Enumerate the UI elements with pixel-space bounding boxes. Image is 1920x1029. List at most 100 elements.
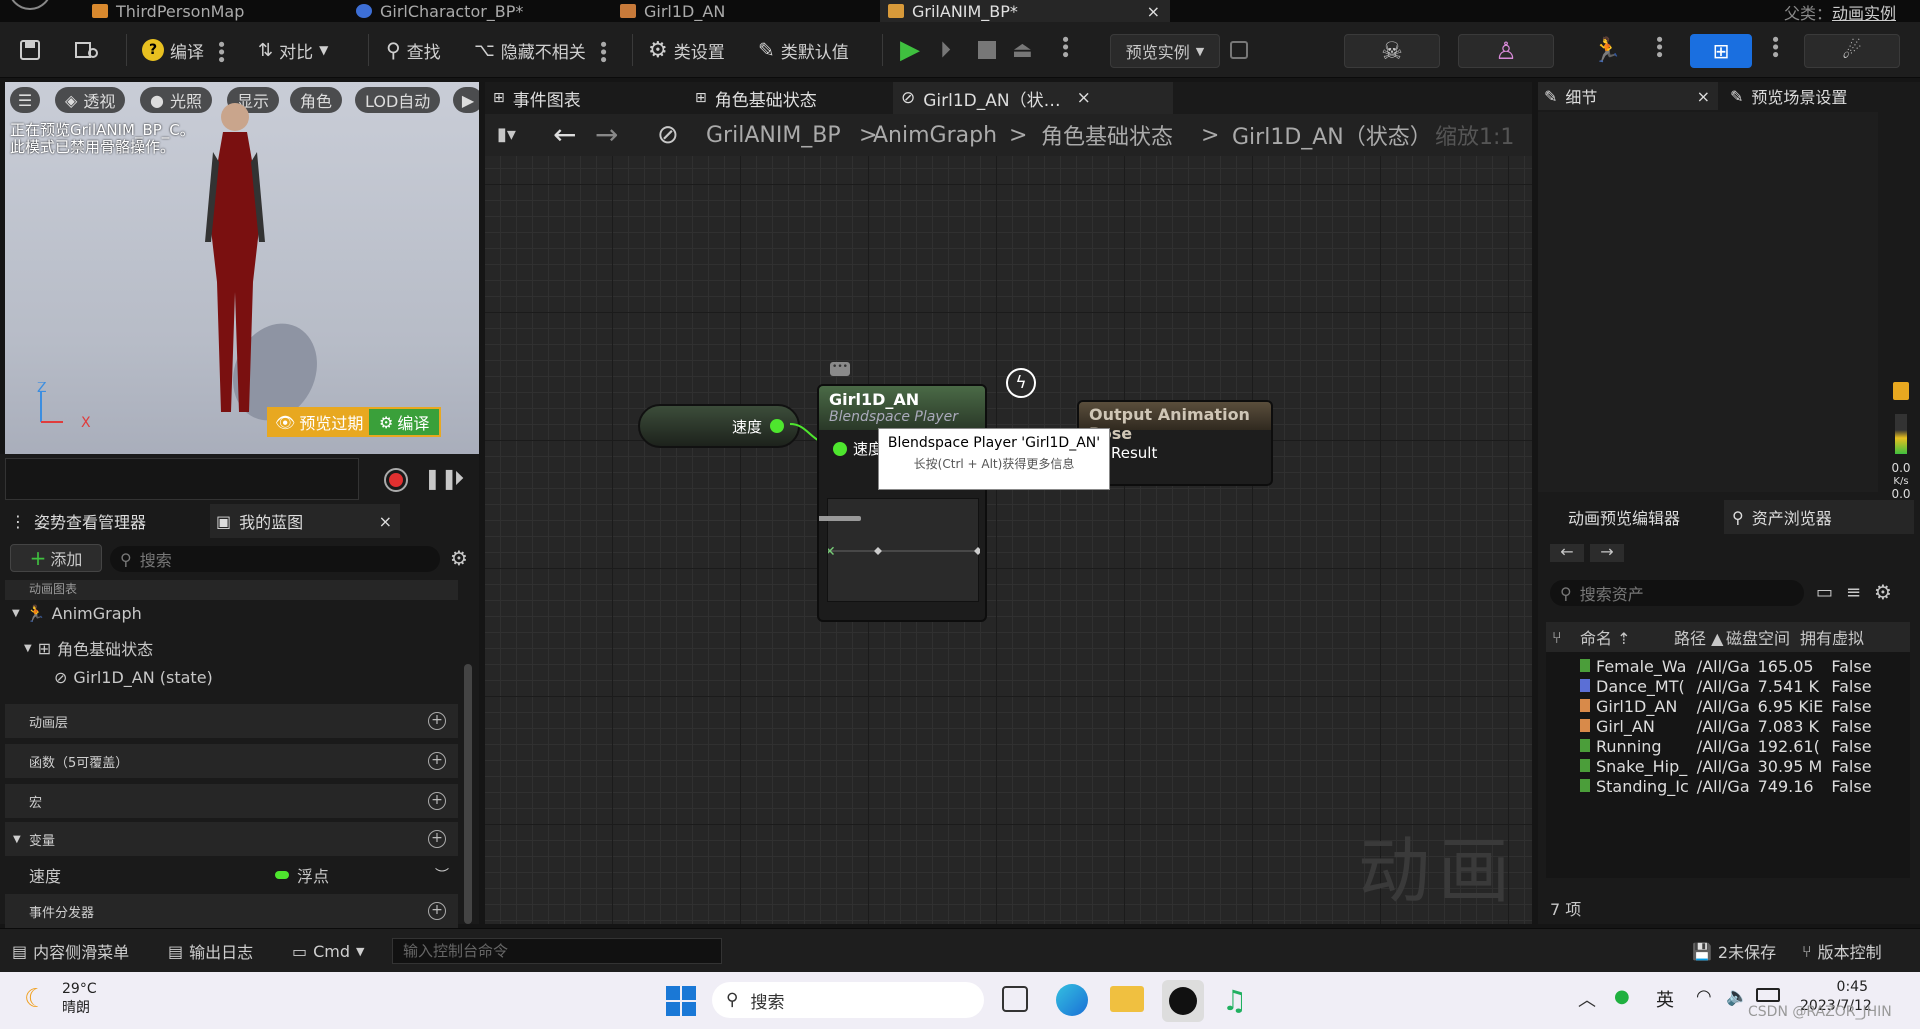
asset-search-input[interactable]: ⚲ 搜索资产 (1550, 580, 1804, 606)
viewport-menu-button[interactable]: ☰ (10, 87, 40, 113)
hide-options-icon[interactable]: ••• (592, 39, 613, 62)
speed-variable-node[interactable]: 速度 (638, 404, 800, 448)
mesh-mode-button[interactable]: ♙ (1458, 34, 1554, 68)
breadcrumb-state[interactable]: Girl1D_AN（状态） (1232, 114, 1432, 156)
step-button[interactable]: ⏵ (940, 34, 951, 66)
add-layer-icon[interactable]: + (428, 712, 446, 730)
history-forward-button[interactable]: → (1590, 544, 1624, 562)
breadcrumb-animgraph[interactable]: AnimGraph (873, 114, 997, 156)
breadcrumb-state-machine[interactable]: 角色基础状态 (1041, 114, 1173, 156)
asset-row[interactable]: Running/All/Ga 192.61(False (1576, 736, 1876, 756)
tab-girl1d-an-state[interactable]: ⊘ Girl1D_AN（状… × (893, 82, 1173, 114)
section-variables[interactable]: ▼ 变量 + (5, 822, 458, 856)
compile-button[interactable]: ? 编译 ••• (142, 34, 231, 66)
preview-viewport[interactable]: ☰ ◈ 透视 ● 光照 显示 角色 LOD自动 ▶ 正在预览GrilANIM_BP_… (5, 82, 479, 454)
bookmark-icon[interactable]: ▮▾ (497, 124, 516, 145)
forward-arrow-icon[interactable]: → (595, 118, 618, 151)
column-disk-size[interactable]: 磁盘空间 (1726, 625, 1790, 649)
float-output-pin[interactable] (770, 419, 784, 433)
breadcrumb-root[interactable]: GrilANIM_BP (706, 114, 841, 156)
add-function-icon[interactable]: + (428, 752, 446, 770)
tree-item-state-machine[interactable]: ▼ ⊞ 角色基础状态 (24, 636, 153, 660)
visibility-eye-icon[interactable]: ︶ (435, 865, 449, 885)
save-button[interactable] (18, 34, 42, 66)
tray-overflow-icon[interactable]: ︿ (1578, 986, 1596, 1012)
gear-icon[interactable]: ⚙ (1874, 580, 1892, 604)
animation-mode-options-icon[interactable]: ••• (1648, 34, 1669, 66)
graph-canvas[interactable]: 动画 速度 ••• Girl1D_AN Blendspace Player 速度… (485, 156, 1532, 924)
task-view-icon[interactable] (1002, 986, 1028, 1012)
record-button[interactable] (384, 468, 408, 492)
asset-row[interactable]: Snake_Hip_/All/Ga 30.95 M False (1576, 756, 1876, 776)
close-icon[interactable]: × (1077, 88, 1091, 108)
browse-button[interactable] (74, 34, 100, 66)
file-explorer-icon[interactable] (1110, 986, 1144, 1012)
comment-bubble-icon[interactable]: ••• (830, 362, 850, 376)
column-name[interactable]: 命名 ⇡ (1580, 625, 1631, 649)
edge-icon[interactable] (1056, 984, 1088, 1016)
blendspace-slider-handle[interactable] (819, 516, 861, 521)
wifi-icon[interactable]: ◠ (1696, 986, 1712, 1007)
skeleton-mode-button[interactable]: ☠ (1344, 34, 1440, 68)
blueprint-options-icon[interactable]: ••• (1764, 34, 1785, 66)
section-anim-graph[interactable]: 动画图表 (5, 580, 458, 600)
viewport-compile-button[interactable]: ⚙ 编译 (367, 407, 442, 437)
parent-class-link[interactable]: 动画实例 (1832, 4, 1896, 23)
column-path[interactable]: 路径 ▲ (1674, 625, 1723, 649)
preview-expired-badge[interactable]: 👁 预览过期 (267, 407, 372, 437)
column-has-virtual[interactable]: 拥有虚拟 (1800, 625, 1864, 649)
blueprint-search-input[interactable]: ⚲ 搜索 (110, 546, 440, 572)
preview-instance-select[interactable]: 预览实例 ▼ (1110, 34, 1220, 68)
asset-row[interactable]: Girl_AN/All/Ga 7.083 K False (1576, 716, 1876, 736)
section-macros[interactable]: 宏 + (5, 784, 458, 818)
tab-preview-scene[interactable]: ✎ 预览场景设置 (1730, 82, 1847, 110)
add-button[interactable]: + 添加 (10, 544, 102, 572)
tab-girl1d-an[interactable]: Girl1D_AN (620, 0, 870, 22)
step-forward-icon[interactable]: ⏵ (454, 466, 464, 490)
pause-icon[interactable]: ❚❚ (424, 466, 458, 490)
blendspace-node[interactable]: Girl1D_AN Blendspace Player 速度 ✕ (817, 384, 987, 622)
wechat-icon[interactable]: ● (1614, 986, 1630, 1007)
class-settings-button[interactable]: ⚙ 类设置 (648, 34, 725, 66)
tab-asset-browser[interactable]: ⚲ 资产浏览器 (1724, 500, 1914, 534)
speed-input-pin[interactable]: 速度 (833, 438, 883, 459)
diff-button[interactable]: ⇅ 对比 ▼ (258, 34, 328, 66)
tab-pose-watch[interactable]: ⋮ 姿势查看管理器 (10, 504, 146, 538)
play-options-icon[interactable]: ••• (1054, 34, 1075, 66)
blueprint-mode-button[interactable]: ⊞ (1690, 34, 1752, 68)
animation-mode-button[interactable]: 🏃 (1592, 34, 1622, 66)
weather-widget[interactable]: 29°C 晴朗 (62, 980, 97, 1018)
section-event-dispatchers[interactable]: 事件分发器 + (5, 894, 458, 928)
ue-logo-icon[interactable] (8, 0, 52, 10)
add-variable-icon[interactable]: + (428, 830, 446, 848)
class-defaults-button[interactable]: ✎ 类默认值 (758, 34, 849, 66)
settings-gear-icon[interactable]: ⚙ (450, 546, 468, 570)
asset-row[interactable]: Dance_MT(/All/Ga 7.541 K False (1576, 676, 1876, 696)
tab-girlcharactor-bp[interactable]: GirlCharactor_BP* (356, 0, 606, 22)
asset-row[interactable]: Girl1D_AN/All/Ga 6.95 KiE False (1576, 696, 1876, 716)
viewport-play-button[interactable]: ▶ (453, 87, 479, 113)
back-arrow-icon[interactable]: ← (553, 118, 576, 151)
column-options-icon[interactable]: ⑂ (1552, 628, 1562, 647)
left-panel-scrollbar[interactable] (464, 664, 472, 924)
asset-row[interactable]: Female_Wa/All/Ga 165.05 False (1576, 656, 1876, 676)
source-control-button[interactable]: ⑂ 版本控制 (1802, 935, 1882, 967)
history-back-button[interactable]: ← (1550, 544, 1584, 562)
console-input[interactable]: 输入控制台命令 (392, 938, 722, 964)
add-dispatcher-icon[interactable]: + (428, 902, 446, 920)
tab-state-machine[interactable]: ⊞ 角色基础状态 (695, 82, 817, 114)
eject-button[interactable]: ⏏ (1012, 34, 1033, 66)
close-icon[interactable]: × (1697, 87, 1710, 106)
tree-item-state[interactable]: ⊘ Girl1D_AN (state) (54, 668, 213, 687)
variable-row-speed[interactable]: 速度 浮点 ︶ (5, 858, 458, 892)
viewport-perspective-button[interactable]: ◈ 透视 (55, 87, 126, 113)
ime-indicator[interactable]: 英 (1656, 986, 1674, 1012)
add-macro-icon[interactable]: + (428, 792, 446, 810)
start-button[interactable] (666, 986, 696, 1016)
cmd-select[interactable]: ▭ Cmd ▼ (292, 935, 365, 967)
debug-filter-button[interactable] (1230, 34, 1248, 66)
notification-badge-icon[interactable] (1893, 382, 1909, 400)
compile-options-icon[interactable]: ••• (210, 39, 231, 62)
tab-grilanim-bp[interactable]: GrilANIM_BP* × (880, 0, 1170, 22)
section-functions[interactable]: 函数（5可覆盖） + (5, 744, 458, 778)
